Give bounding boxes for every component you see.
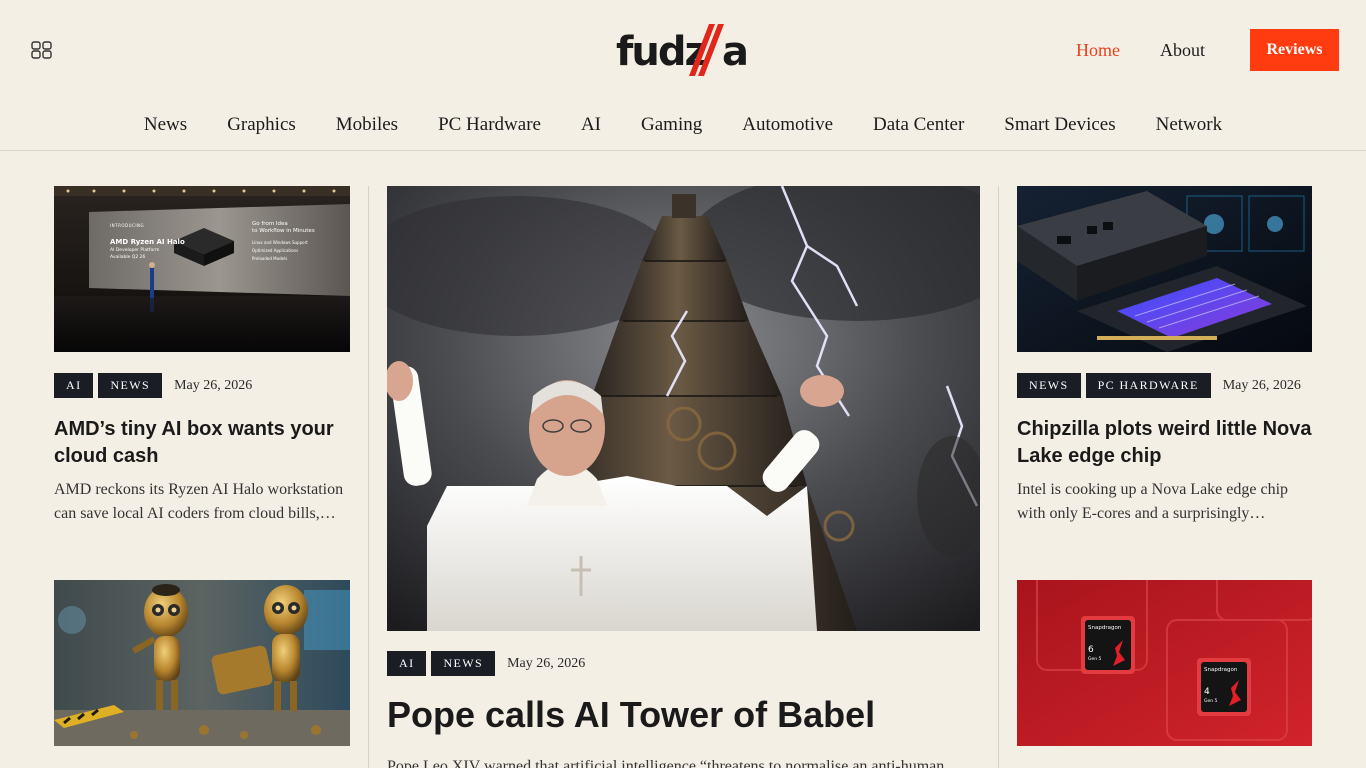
nav-item-mobiles[interactable]: Mobiles	[336, 114, 398, 136]
thumb-text-b3: Preloaded Models	[252, 256, 287, 261]
nav-item-pc-hardware[interactable]: PC Hardware	[438, 114, 541, 136]
article-excerpt-amd: AMD reckons its Ryzen AI Halo workstatio…	[54, 481, 344, 522]
thumb-text-sub: AI Developer Platform	[110, 247, 159, 253]
reviews-button[interactable]: Reviews	[1250, 29, 1339, 71]
grid-menu-icon[interactable]	[31, 41, 53, 59]
article-title-amd[interactable]: AMD’s tiny AI box wants your cloud cash	[54, 416, 350, 470]
nav-item-gaming[interactable]: Gaming	[641, 114, 702, 136]
thumb-text-b2: Optimized Applications	[252, 248, 298, 253]
nav-item-news[interactable]: News	[144, 114, 187, 136]
feature-image-pope-tower[interactable]	[387, 186, 980, 631]
chip2-brand: Snapdragon	[1204, 667, 1238, 673]
column-divider-right	[998, 186, 999, 768]
nav-item-smart-devices[interactable]: Smart Devices	[1004, 114, 1115, 136]
feature-article-excerpt: Pope Leo XIV warned that artificial inte…	[387, 758, 945, 768]
article-excerpt-intel: Intel is cooking up a Nova Lake edge chi…	[1017, 481, 1289, 522]
nav-item-automotive[interactable]: Automotive	[742, 114, 833, 136]
nav-item-graphics[interactable]: Graphics	[227, 114, 296, 136]
feature-article-title[interactable]: Pope calls AI Tower of Babel	[387, 694, 980, 736]
chip2-gen: Gen 5	[1204, 698, 1218, 704]
thumb-text-avail: Available Q2 26	[110, 254, 145, 260]
article-thumbnail-amd-ryzen-ai-halo[interactable]: INTRODUCING AMD Ryzen AI Halo AI Develop…	[54, 186, 350, 352]
thumb-text-slogan2: to Workflow in Minutes	[252, 228, 315, 234]
site-logo[interactable]: fudz a	[616, 20, 750, 80]
article-date: May 26, 2026	[507, 655, 586, 671]
chip1-gen: Gen 5	[1088, 656, 1102, 662]
article-thumbnail-steampunk-robots[interactable]	[54, 580, 350, 746]
thumb-text-intro: INTRODUCING	[110, 223, 144, 228]
article-meta-amd: AI NEWS May 26, 2026	[54, 373, 252, 398]
nav-item-ai[interactable]: AI	[581, 114, 601, 136]
chip2-number: 4	[1204, 687, 1210, 697]
tag-news[interactable]: NEWS	[431, 651, 496, 676]
article-thumbnail-intel-nova-lake[interactable]	[1017, 186, 1312, 352]
nav-item-data-center[interactable]: Data Center	[873, 114, 964, 136]
svg-text:a: a	[722, 29, 749, 75]
chip1-number: 6	[1088, 645, 1094, 655]
thumb-text-product: AMD Ryzen AI Halo	[110, 238, 185, 246]
article-date: May 26, 2026	[174, 377, 253, 393]
thumb-text-slogan1: Go from Idea	[252, 221, 288, 227]
article-thumbnail-snapdragon[interactable]: Snapdragon 6 Gen 5 Snapdragon 4 Gen 5	[1017, 580, 1312, 746]
nav-divider	[0, 150, 1366, 151]
nav-item-network[interactable]: Network	[1156, 114, 1222, 136]
nav-about-link[interactable]: About	[1160, 40, 1205, 61]
tag-pc-hardware[interactable]: PC HARDWARE	[1085, 373, 1211, 398]
thumb-text-b1: Linux and Windows Support	[252, 240, 308, 245]
article-title-intel[interactable]: Chipzilla plots weird little Nova Lake e…	[1017, 416, 1312, 470]
article-meta-intel: NEWS PC HARDWARE May 26, 2026	[1017, 373, 1301, 398]
tag-news[interactable]: NEWS	[98, 373, 163, 398]
tag-news[interactable]: NEWS	[1017, 373, 1081, 398]
tag-ai[interactable]: AI	[54, 373, 94, 398]
article-meta-pope: AI NEWS May 26, 2026	[387, 651, 585, 676]
article-date: May 26, 2026	[1222, 377, 1301, 393]
tag-ai[interactable]: AI	[387, 651, 427, 676]
category-nav: News Graphics Mobiles PC Hardware AI Gam…	[0, 114, 1366, 136]
nav-home-link[interactable]: Home	[1076, 40, 1120, 61]
chip1-brand: Snapdragon	[1088, 625, 1122, 631]
column-divider-left	[368, 186, 369, 768]
